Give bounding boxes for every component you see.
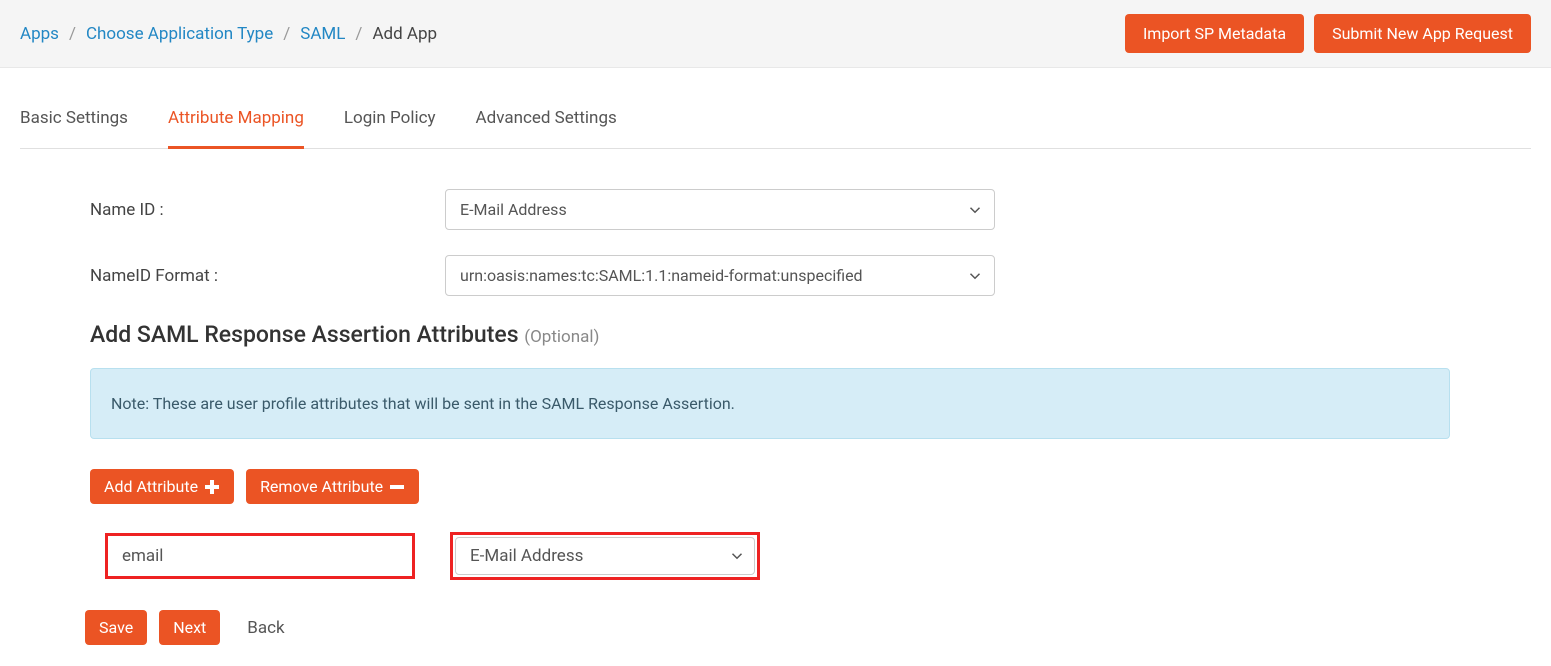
add-attribute-label: Add Attribute bbox=[104, 477, 198, 496]
attribute-name-input[interactable] bbox=[105, 533, 415, 579]
section-heading: Add SAML Response Assertion Attributes (… bbox=[90, 321, 1450, 348]
note-box: Note: These are user profile attributes … bbox=[90, 368, 1450, 439]
nameid-format-label: NameID Format : bbox=[90, 266, 445, 286]
remove-attribute-button[interactable]: Remove Attribute bbox=[246, 469, 419, 504]
back-link[interactable]: Back bbox=[247, 618, 284, 638]
breadcrumb-separator: / bbox=[283, 24, 290, 44]
attribute-value-select[interactable]: E-Mail Address bbox=[455, 537, 755, 575]
attribute-row: E-Mail Address bbox=[105, 532, 1450, 580]
nameid-format-select[interactable]: urn:oasis:names:tc:SAML:1.1:nameid-forma… bbox=[445, 255, 995, 296]
import-sp-metadata-button[interactable]: Import SP Metadata bbox=[1125, 14, 1304, 53]
optional-label: (Optional) bbox=[524, 327, 599, 347]
minus-icon bbox=[389, 479, 405, 495]
next-button[interactable]: Next bbox=[159, 610, 220, 645]
breadcrumb-choose-type[interactable]: Choose Application Type bbox=[86, 24, 273, 44]
breadcrumb-apps[interactable]: Apps bbox=[20, 24, 59, 44]
name-id-select[interactable]: E-Mail Address bbox=[445, 189, 995, 230]
submit-new-app-request-button[interactable]: Submit New App Request bbox=[1314, 14, 1531, 53]
breadcrumb-separator: / bbox=[69, 24, 76, 44]
breadcrumb: Apps / Choose Application Type / SAML / … bbox=[20, 24, 437, 44]
plus-icon bbox=[204, 479, 220, 495]
breadcrumb-current: Add App bbox=[372, 24, 437, 44]
remove-attribute-label: Remove Attribute bbox=[260, 477, 383, 496]
breadcrumb-saml[interactable]: SAML bbox=[300, 24, 345, 44]
save-button[interactable]: Save bbox=[85, 610, 147, 645]
add-attribute-button[interactable]: Add Attribute bbox=[90, 469, 234, 504]
tab-advanced-settings[interactable]: Advanced Settings bbox=[476, 88, 617, 149]
name-id-label: Name ID : bbox=[90, 200, 445, 220]
tab-attribute-mapping[interactable]: Attribute Mapping bbox=[168, 88, 304, 149]
tabs: Basic Settings Attribute Mapping Login P… bbox=[20, 88, 1531, 149]
section-heading-text: Add SAML Response Assertion Attributes bbox=[90, 321, 519, 348]
attribute-value-highlight: E-Mail Address bbox=[450, 532, 760, 580]
tab-login-policy[interactable]: Login Policy bbox=[344, 88, 436, 149]
tab-basic-settings[interactable]: Basic Settings bbox=[20, 88, 128, 149]
breadcrumb-separator: / bbox=[355, 24, 362, 44]
